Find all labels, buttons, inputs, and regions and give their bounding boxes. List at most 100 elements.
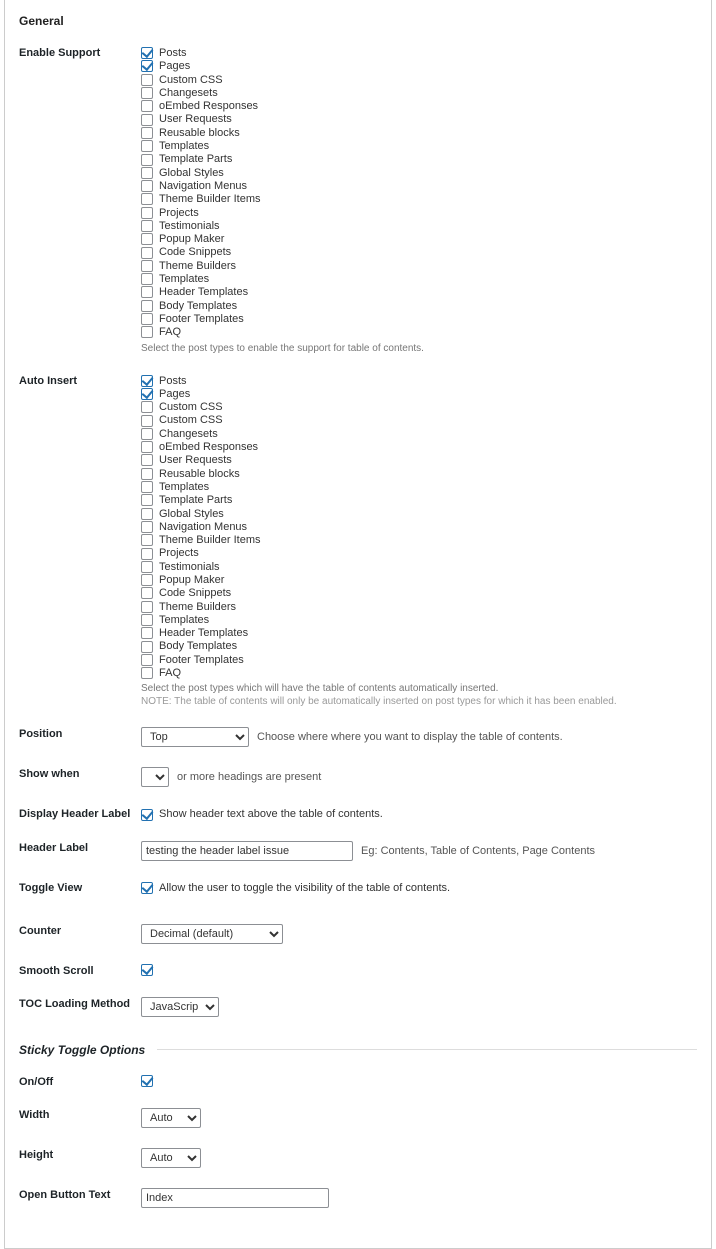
enable-support-checkbox[interactable] xyxy=(141,286,153,298)
show-when-suffix: or more headings are present xyxy=(177,771,321,783)
enable-support-item: Posts xyxy=(141,46,697,60)
enable-support-label: Custom CSS xyxy=(159,73,223,87)
auto-insert-label: Header Templates xyxy=(159,626,248,640)
auto-insert-item: Template Parts xyxy=(141,493,697,507)
auto-insert-item: Custom CSS xyxy=(141,400,697,414)
auto-insert-checkbox[interactable] xyxy=(141,454,153,466)
enable-support-checkbox[interactable] xyxy=(141,207,153,219)
auto-insert-checkbox[interactable] xyxy=(141,574,153,586)
auto-insert-item: Changesets xyxy=(141,427,697,441)
enable-support-checkbox[interactable] xyxy=(141,140,153,152)
position-select[interactable]: Top xyxy=(141,727,249,747)
auto-insert-checkbox[interactable] xyxy=(141,548,153,560)
auto-insert-checkbox[interactable] xyxy=(141,667,153,679)
auto-insert-checkbox[interactable] xyxy=(141,415,153,427)
auto-insert-checkbox[interactable] xyxy=(141,587,153,599)
smooth-scroll-checkbox[interactable] xyxy=(141,964,153,976)
auto-insert-label: Custom CSS xyxy=(159,400,223,414)
enable-support-checkbox[interactable] xyxy=(141,47,153,59)
label-width: Width xyxy=(19,1108,141,1121)
label-position: Position xyxy=(19,727,141,740)
counter-select[interactable]: Decimal (default) xyxy=(141,924,283,944)
auto-insert-checkbox[interactable] xyxy=(141,627,153,639)
enable-support-checkbox[interactable] xyxy=(141,100,153,112)
open-button-text-input[interactable] xyxy=(141,1188,329,1208)
enable-support-item: Popup Maker xyxy=(141,232,697,246)
enable-support-checkbox[interactable] xyxy=(141,180,153,192)
auto-insert-checkbox[interactable] xyxy=(141,534,153,546)
auto-insert-item: Templates xyxy=(141,613,697,627)
auto-insert-checkbox[interactable] xyxy=(141,401,153,413)
enable-support-checkbox[interactable] xyxy=(141,154,153,166)
row-enable-support: Enable Support PostsPagesCustom CSSChang… xyxy=(19,46,697,354)
enable-support-checkbox[interactable] xyxy=(141,87,153,99)
width-select[interactable]: Auto xyxy=(141,1108,201,1128)
sticky-toggle-header: Sticky Toggle Options xyxy=(19,1043,145,1057)
auto-insert-checkbox[interactable] xyxy=(141,441,153,453)
auto-insert-label: Footer Templates xyxy=(159,653,244,667)
auto-insert-checkbox[interactable] xyxy=(141,508,153,520)
enable-support-item: Pages xyxy=(141,59,697,73)
enable-support-checkbox[interactable] xyxy=(141,326,153,338)
enable-support-checkbox[interactable] xyxy=(141,220,153,232)
enable-support-item: User Requests xyxy=(141,112,697,126)
enable-support-item: Changesets xyxy=(141,86,697,100)
enable-support-checkbox[interactable] xyxy=(141,60,153,72)
enable-support-checkbox[interactable] xyxy=(141,233,153,245)
enable-support-checkbox[interactable] xyxy=(141,193,153,205)
display-header-label-text: Show header text above the table of cont… xyxy=(159,807,383,821)
enable-support-checkbox[interactable] xyxy=(141,273,153,285)
auto-insert-checkbox[interactable] xyxy=(141,614,153,626)
enable-support-label: Footer Templates xyxy=(159,312,244,326)
enable-support-item: Body Templates xyxy=(141,299,697,313)
auto-insert-item: FAQ xyxy=(141,666,697,680)
display-header-label-checkbox[interactable] xyxy=(141,809,153,821)
enable-support-checkbox[interactable] xyxy=(141,114,153,126)
onoff-checkbox[interactable] xyxy=(141,1075,153,1087)
enable-support-item: Projects xyxy=(141,206,697,220)
auto-insert-checkbox[interactable] xyxy=(141,468,153,480)
enable-support-checkbox[interactable] xyxy=(141,127,153,139)
auto-insert-checkbox[interactable] xyxy=(141,641,153,653)
auto-insert-label: Templates xyxy=(159,480,209,494)
enable-support-checkbox[interactable] xyxy=(141,260,153,272)
auto-insert-checkbox[interactable] xyxy=(141,601,153,613)
enable-support-checkbox[interactable] xyxy=(141,167,153,179)
row-display-header-label: Display Header Label Show header text ab… xyxy=(19,807,697,820)
auto-insert-checkbox[interactable] xyxy=(141,494,153,506)
enable-support-item: Code Snippets xyxy=(141,245,697,259)
enable-support-label: Body Templates xyxy=(159,299,237,313)
auto-insert-checkbox[interactable] xyxy=(141,521,153,533)
auto-insert-checkbox[interactable] xyxy=(141,428,153,440)
auto-insert-item: Pages xyxy=(141,387,697,401)
auto-insert-checkbox[interactable] xyxy=(141,654,153,666)
toggle-view-checkbox[interactable] xyxy=(141,882,153,894)
show-when-select[interactable]: 2 xyxy=(141,767,169,787)
auto-insert-checkbox[interactable] xyxy=(141,561,153,573)
enable-support-checkbox[interactable] xyxy=(141,74,153,86)
enable-support-checkbox[interactable] xyxy=(141,247,153,259)
enable-support-label: Global Styles xyxy=(159,166,224,180)
label-show-when: Show when xyxy=(19,767,141,780)
height-select[interactable]: Auto xyxy=(141,1148,201,1168)
label-toggle-view: Toggle View xyxy=(19,881,141,894)
toc-loading-select[interactable]: JavaScript (default) xyxy=(141,997,219,1017)
auto-insert-label: oEmbed Responses xyxy=(159,440,258,454)
header-label-input[interactable] xyxy=(141,841,353,861)
auto-insert-checkbox[interactable] xyxy=(141,388,153,400)
enable-support-checkbox[interactable] xyxy=(141,300,153,312)
auto-insert-item: Testimonials xyxy=(141,560,697,574)
auto-insert-checkbox[interactable] xyxy=(141,481,153,493)
auto-insert-item: Templates xyxy=(141,480,697,494)
auto-insert-item: Popup Maker xyxy=(141,573,697,587)
enable-support-item: Global Styles xyxy=(141,166,697,180)
row-header-label: Header Label Eg: Contents, Table of Cont… xyxy=(19,841,697,861)
auto-insert-checkbox[interactable] xyxy=(141,375,153,387)
auto-insert-label: Custom CSS xyxy=(159,413,223,427)
enable-support-item: Theme Builders xyxy=(141,259,697,273)
auto-insert-label: Changesets xyxy=(159,427,218,441)
auto-insert-item: Reusable blocks xyxy=(141,467,697,481)
enable-support-checkbox[interactable] xyxy=(141,313,153,325)
enable-support-label: Header Templates xyxy=(159,285,248,299)
auto-insert-label: User Requests xyxy=(159,453,232,467)
